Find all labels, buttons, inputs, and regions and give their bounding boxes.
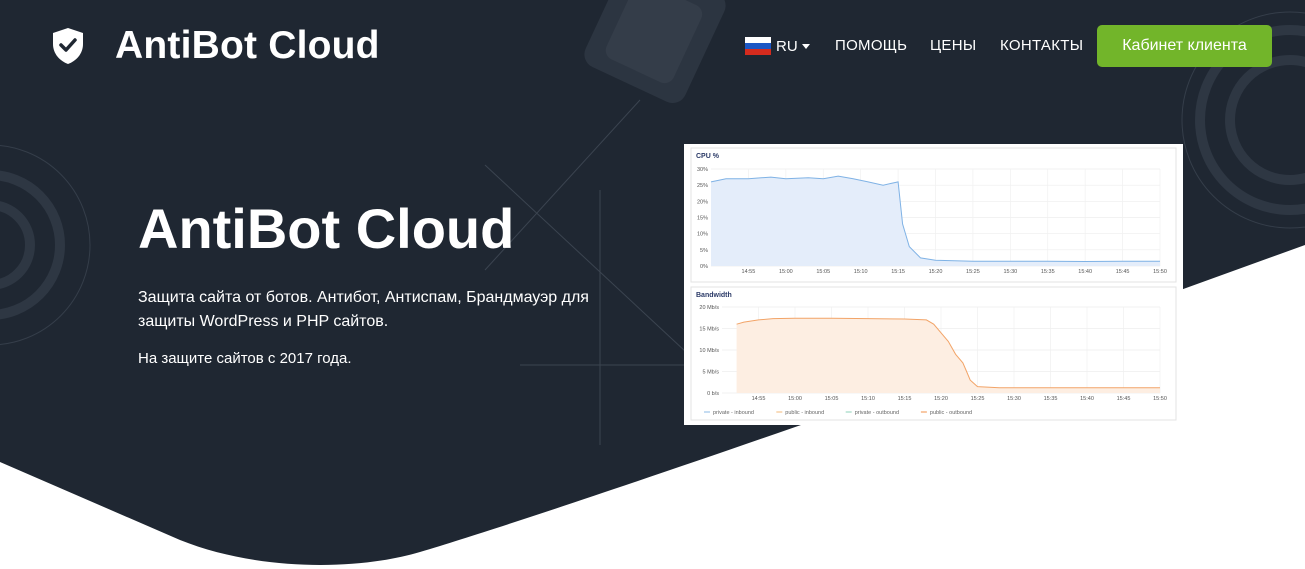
x-tick-label: 15:30 xyxy=(1007,396,1021,402)
brand-name[interactable]: AntiBot Cloud xyxy=(115,24,380,68)
x-tick-label: 15:40 xyxy=(1080,396,1094,402)
y-tick-label: 15% xyxy=(697,216,708,222)
x-tick-label: 15:30 xyxy=(1003,269,1017,275)
y-tick-label: 25% xyxy=(697,183,708,189)
x-tick-label: 15:25 xyxy=(966,269,980,275)
x-tick-label: 15:50 xyxy=(1153,396,1167,402)
chart-panel-0: CPU % 0% 5% 10% 15% 20% 25% 30% 14:55 15:00 15:05 1… xyxy=(690,147,1177,283)
nav-link-contacts[interactable]: КОНТАКТЫ xyxy=(1000,37,1083,54)
legend-label: private - inbound xyxy=(713,410,754,416)
x-tick-label: 15:15 xyxy=(891,269,905,275)
y-tick-label: 20% xyxy=(697,199,708,205)
y-tick-label: 5% xyxy=(700,248,708,254)
chart-title: Bandwidth xyxy=(696,292,732,299)
client-cabinet-button[interactable]: Кабинет клиента xyxy=(1097,25,1272,67)
monitoring-charts: CPU % 0% 5% 10% 15% 20% 25% 30% 14:55 15:00 15:05 1… xyxy=(690,147,1177,421)
language-code: RU xyxy=(776,37,798,55)
x-tick-label: 15:35 xyxy=(1041,269,1055,275)
legend-label: public - inbound xyxy=(785,410,824,416)
legend-label: public - outbound xyxy=(930,410,972,416)
x-tick-label: 15:45 xyxy=(1116,269,1130,275)
y-tick-label: 0% xyxy=(700,264,708,270)
x-tick-label: 14:55 xyxy=(742,269,756,275)
navbar: AntiBot Cloud RU ПОМОЩЬ ЦЕНЫ КОНТАКТЫ Ка… xyxy=(0,0,1305,92)
nav-link-prices[interactable]: ЦЕНЫ xyxy=(930,37,976,54)
y-tick-label: 20 Mb/s xyxy=(699,305,719,311)
x-tick-label: 15:10 xyxy=(854,269,868,275)
x-tick-label: 15:50 xyxy=(1153,269,1167,275)
chart-title: CPU % xyxy=(696,153,720,160)
shield-check-icon[interactable] xyxy=(50,26,86,66)
hero-title: AntiBot Cloud xyxy=(138,197,515,260)
x-tick-label: 15:25 xyxy=(971,396,985,402)
x-tick-label: 15:20 xyxy=(929,269,943,275)
legend-label: private - outbound xyxy=(855,410,899,416)
y-tick-label: 15 Mb/s xyxy=(699,327,719,333)
language-selector[interactable]: RU xyxy=(745,36,810,56)
x-tick-label: 15:35 xyxy=(1044,396,1058,402)
caret-down-icon xyxy=(801,43,810,49)
x-tick-label: 15:20 xyxy=(934,396,948,402)
russia-flag-icon xyxy=(745,37,771,55)
hero-since-text: На защите сайтов с 2017 года. xyxy=(138,350,352,367)
y-tick-label: 10% xyxy=(697,232,708,238)
x-tick-label: 15:00 xyxy=(779,269,793,275)
y-tick-label: 10 Mb/s xyxy=(699,348,719,354)
nav-link-help[interactable]: ПОМОЩЬ xyxy=(835,37,907,54)
monitoring-screenshot: CPU % 0% 5% 10% 15% 20% 25% 30% 14:55 15:00 15:05 1… xyxy=(684,144,1183,425)
hero-description: Защита сайта от ботов. Антибот, Антиспам… xyxy=(138,289,589,330)
y-tick-label: 5 Mb/s xyxy=(702,370,719,376)
x-tick-label: 15:00 xyxy=(788,396,802,402)
x-tick-label: 15:40 xyxy=(1078,269,1092,275)
chart-panel-1: Bandwidth 0 b/s 5 Mb/s 10 Mb/s 15 Mb/s 20 Mb/… xyxy=(690,286,1177,421)
x-tick-label: 15:05 xyxy=(825,396,839,402)
y-tick-label: 0 b/s xyxy=(707,391,719,397)
x-tick-label: 14:55 xyxy=(752,396,766,402)
x-tick-label: 15:15 xyxy=(898,396,912,402)
y-tick-label: 30% xyxy=(697,167,708,173)
x-tick-label: 15:45 xyxy=(1117,396,1131,402)
x-tick-label: 15:05 xyxy=(816,269,830,275)
x-tick-label: 15:10 xyxy=(861,396,875,402)
